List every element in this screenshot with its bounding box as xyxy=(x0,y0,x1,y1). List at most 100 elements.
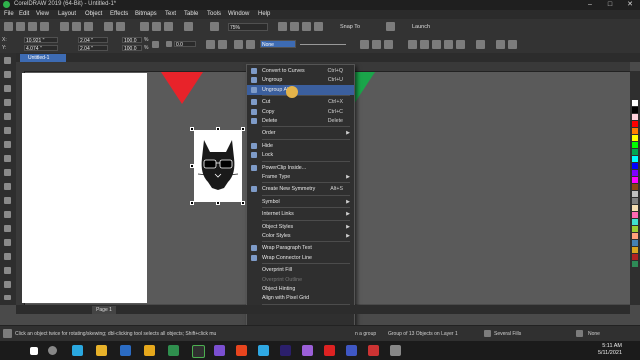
align-distribute-icon[interactable] xyxy=(496,40,505,49)
selection-handle[interactable] xyxy=(190,164,194,168)
smart-fill-icon[interactable] xyxy=(4,281,11,288)
color-swatch[interactable] xyxy=(632,100,638,106)
search-icon[interactable] xyxy=(48,346,57,355)
create-boundary-icon[interactable] xyxy=(476,40,485,49)
artistic-media-icon[interactable] xyxy=(4,127,11,134)
freehand-tool-icon[interactable] xyxy=(4,113,11,120)
color-swatch[interactable] xyxy=(632,128,638,134)
color-swatch[interactable] xyxy=(632,191,638,197)
guidelines-icon[interactable] xyxy=(290,22,299,31)
export-icon[interactable] xyxy=(164,22,173,31)
rotation-field[interactable]: 0.0 xyxy=(174,41,196,48)
fullscreen-icon[interactable] xyxy=(210,22,219,31)
word-icon[interactable] xyxy=(346,345,357,356)
eyedropper-icon[interactable] xyxy=(4,253,11,260)
powerpoint-icon[interactable] xyxy=(368,345,379,356)
parallel-dimension-icon[interactable] xyxy=(4,197,11,204)
context-item-lock[interactable]: Lock xyxy=(247,150,354,160)
color-swatch[interactable] xyxy=(632,184,638,190)
menu-bitmaps[interactable]: Bitmaps xyxy=(135,11,157,17)
maximize-button[interactable]: □ xyxy=(600,0,620,10)
photoshop-icon[interactable] xyxy=(258,345,269,356)
coreldraw-taskbar-icon[interactable] xyxy=(192,345,205,358)
color-swatch[interactable] xyxy=(632,163,638,169)
text-tool-icon[interactable] xyxy=(4,183,11,190)
transparency-icon[interactable] xyxy=(4,239,11,246)
redo-icon[interactable] xyxy=(116,22,125,31)
tab-untitled-1[interactable]: Untitled-1 xyxy=(20,54,66,62)
store-icon[interactable] xyxy=(120,345,131,356)
back-minus-front-icon[interactable] xyxy=(456,40,465,49)
page[interactable] xyxy=(22,73,147,303)
menu-table[interactable]: Table xyxy=(184,11,198,17)
connector-tool-icon[interactable] xyxy=(4,211,11,218)
app-icon[interactable] xyxy=(214,345,225,356)
color-swatch[interactable] xyxy=(632,240,638,246)
context-item-symbol[interactable]: Symbol ▶ xyxy=(247,197,354,207)
context-item-color-styles[interactable]: Color Styles ▶ xyxy=(247,231,354,241)
color-swatch[interactable] xyxy=(632,212,638,218)
import-icon[interactable] xyxy=(152,22,161,31)
open-icon[interactable] xyxy=(16,22,25,31)
system-clock[interactable]: 5:11 AM 5/11/2021 xyxy=(598,343,622,357)
color-swatch[interactable] xyxy=(632,198,638,204)
menu-tools[interactable]: Tools xyxy=(207,11,221,17)
context-item-frame-type[interactable]: Frame Type ▶ xyxy=(247,172,354,182)
page-1-tab[interactable]: Page 1 xyxy=(92,306,116,314)
context-item-align-with-pixel-grid[interactable]: Align with Pixel Grid xyxy=(247,293,354,303)
color-swatch[interactable] xyxy=(632,247,638,253)
context-item-delete[interactable]: Delete Delete xyxy=(247,116,354,126)
search-content-icon[interactable] xyxy=(140,22,149,31)
arrange-icon[interactable] xyxy=(372,40,381,49)
save-icon[interactable] xyxy=(28,22,37,31)
color-swatch[interactable] xyxy=(632,219,638,225)
menu-edit[interactable]: Edit xyxy=(19,11,29,17)
windows-start-icon[interactable] xyxy=(30,347,38,355)
color-swatch[interactable] xyxy=(632,121,638,127)
menu-text[interactable]: Text xyxy=(165,11,176,17)
app-icon[interactable] xyxy=(168,345,179,356)
trim-icon[interactable] xyxy=(408,40,417,49)
color-swatch[interactable] xyxy=(632,226,638,232)
options-gear-icon[interactable] xyxy=(386,22,395,31)
color-swatch[interactable] xyxy=(632,205,638,211)
menu-layout[interactable]: Layout xyxy=(58,11,76,17)
after-effects-icon[interactable] xyxy=(302,345,313,356)
color-swatch[interactable] xyxy=(632,170,638,176)
intersect-icon[interactable] xyxy=(420,40,429,49)
line-style-preview[interactable] xyxy=(300,44,346,45)
polygon-tool-icon[interactable] xyxy=(4,169,11,176)
context-item-ungroup-all[interactable]: Ungroup All xyxy=(247,84,354,95)
width-field[interactable]: 2.04 " xyxy=(78,37,108,44)
rulers-icon[interactable] xyxy=(302,22,311,31)
lock-ratio-icon[interactable] xyxy=(152,41,159,48)
snap-to-dropdown[interactable]: Snap To xyxy=(340,24,360,30)
launch-dropdown[interactable]: Launch xyxy=(412,24,430,30)
add-tool-icon[interactable] xyxy=(4,295,11,300)
close-button[interactable]: ✕ xyxy=(620,0,640,10)
mirror-vertical-icon[interactable] xyxy=(218,40,227,49)
menu-help[interactable]: Help xyxy=(258,11,270,17)
cut-icon[interactable] xyxy=(60,22,69,31)
context-item-create-new-symmetry[interactable]: Create New Symmetry Alt+S xyxy=(247,184,354,194)
bounding-box-icon[interactable] xyxy=(314,22,323,31)
chrome-icon[interactable] xyxy=(96,345,107,356)
selection-handle[interactable] xyxy=(216,201,220,205)
red-triangle-shape[interactable] xyxy=(161,72,203,104)
context-item-order[interactable]: Order ▶ xyxy=(247,128,354,138)
simplify-icon[interactable] xyxy=(432,40,441,49)
mirror-horizontal-icon[interactable] xyxy=(206,40,215,49)
menu-effects[interactable]: Effects xyxy=(110,11,128,17)
paste-icon[interactable] xyxy=(84,22,93,31)
cat-sunglasses-group[interactable] xyxy=(194,130,242,202)
height-field[interactable]: 2.04 " xyxy=(78,45,108,52)
interactive-fill-icon[interactable] xyxy=(4,267,11,274)
fill-indicator-icon[interactable] xyxy=(484,330,491,337)
x-position-field[interactable]: 10.921 " xyxy=(24,37,58,44)
context-item-wrap-connector-line[interactable]: Wrap Connector Line xyxy=(247,253,354,263)
align-icon[interactable] xyxy=(234,40,243,49)
acrobat-icon[interactable] xyxy=(324,345,335,356)
weld-icon[interactable] xyxy=(384,40,393,49)
color-swatch[interactable] xyxy=(632,177,638,183)
rectangle-tool-icon[interactable] xyxy=(4,141,11,148)
